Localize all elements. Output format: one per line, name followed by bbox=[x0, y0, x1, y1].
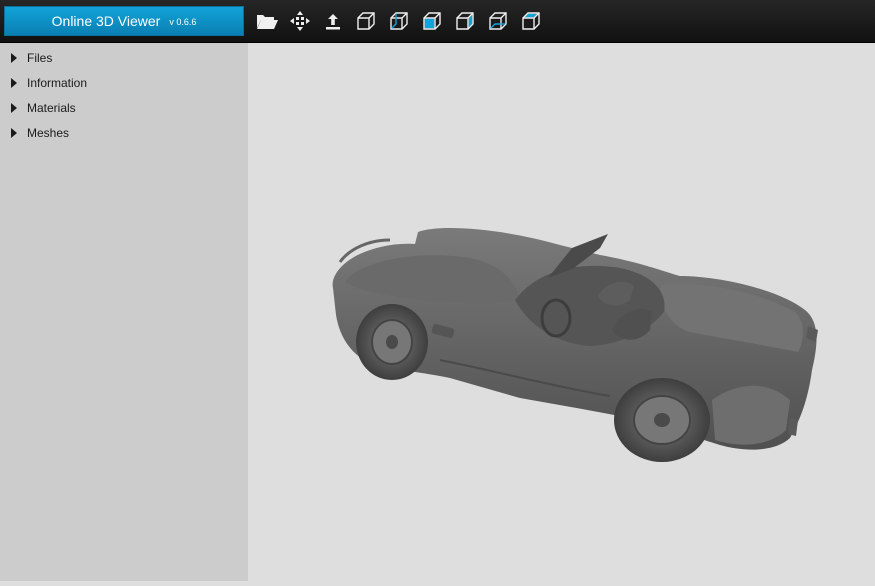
sidebar-item-information[interactable]: Information bbox=[0, 70, 248, 95]
sidebar-item-label: Meshes bbox=[27, 125, 70, 140]
view-top-cube-icon bbox=[489, 12, 507, 30]
view-back-cube-icon bbox=[390, 12, 408, 30]
view-bottom-cube-icon bbox=[522, 12, 540, 30]
fit-to-window-button[interactable] bbox=[287, 8, 313, 34]
fit-to-window-icon bbox=[290, 11, 310, 31]
view-front-cube-icon bbox=[357, 12, 375, 30]
view-back-button[interactable] bbox=[386, 8, 412, 34]
car-model bbox=[332, 228, 818, 462]
view-left-button[interactable] bbox=[419, 8, 445, 34]
view-right-button[interactable] bbox=[452, 8, 478, 34]
app-title: Online 3D Viewer v 0.6.6 bbox=[4, 6, 244, 36]
app-version: v 0.6.6 bbox=[169, 17, 197, 27]
view-bottom-button[interactable] bbox=[518, 8, 544, 34]
sidebar: Files Information Materials Meshes bbox=[0, 43, 248, 581]
set-up-vector-icon bbox=[326, 14, 340, 30]
toolbar bbox=[254, 8, 551, 34]
expand-arrow-icon bbox=[11, 102, 17, 113]
expand-arrow-icon bbox=[11, 127, 17, 138]
sidebar-item-materials[interactable]: Materials bbox=[0, 95, 248, 120]
folder-open-icon bbox=[257, 15, 278, 29]
view-top-button[interactable] bbox=[485, 8, 511, 34]
3d-viewport[interactable] bbox=[248, 43, 875, 581]
set-up-vector-button[interactable] bbox=[320, 8, 346, 34]
open-file-button[interactable] bbox=[254, 8, 280, 34]
expand-arrow-icon bbox=[11, 77, 17, 88]
sidebar-item-label: Files bbox=[27, 50, 53, 65]
view-front-button[interactable] bbox=[353, 8, 379, 34]
sidebar-item-label: Materials bbox=[27, 100, 76, 115]
sidebar-item-meshes[interactable]: Meshes bbox=[0, 120, 248, 145]
app-name: Online 3D Viewer bbox=[51, 13, 161, 29]
top-bar: Online 3D Viewer v 0.6.6 bbox=[0, 0, 875, 43]
sidebar-item-files[interactable]: Files bbox=[0, 45, 248, 70]
sidebar-item-label: Information bbox=[27, 75, 88, 90]
view-right-cube-icon bbox=[456, 12, 474, 30]
view-left-cube-icon bbox=[423, 12, 441, 30]
expand-arrow-icon bbox=[11, 52, 17, 63]
